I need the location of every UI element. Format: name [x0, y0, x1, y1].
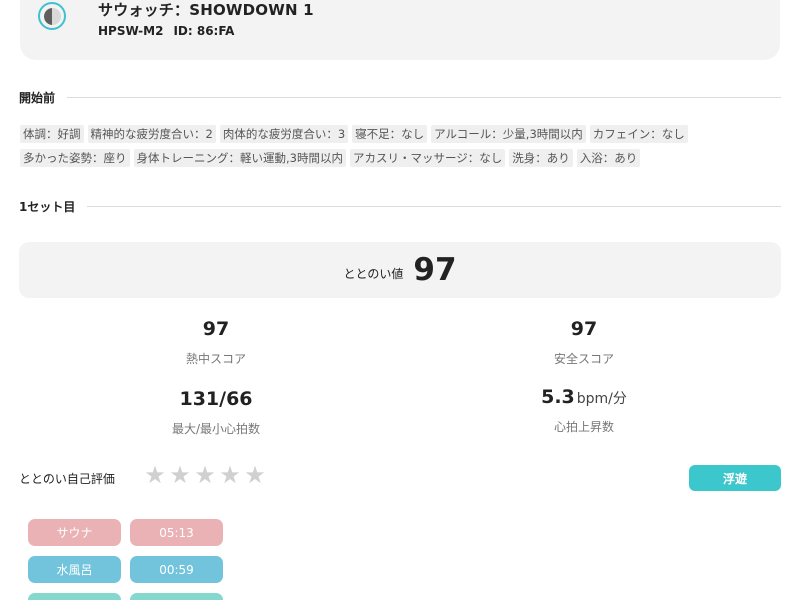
star-icon[interactable]: ★ — [243, 463, 267, 487]
heart-rate-value: 131/66 — [179, 388, 253, 410]
heart-rate-rise-label: 心拍上昇数 — [553, 420, 614, 434]
condition-tag: 体調：好調 — [20, 125, 84, 143]
condition-tag: 寝不足：なし — [352, 125, 428, 143]
set1-section-title: 1セット目 — [19, 200, 76, 214]
heat-score-value: 97 — [202, 318, 230, 340]
mood-badge[interactable]: 浮遊 — [689, 465, 781, 491]
device-model-row: HPSW-M2 ID: 86:FA — [98, 24, 234, 38]
heart-rate-rise-row: 5.3 bpm/分 — [434, 386, 734, 408]
device-name: サウォッチ：SHOWDOWN 1 — [98, 1, 314, 19]
star-rating[interactable]: ★ ★ ★ ★ ★ — [143, 463, 267, 487]
section-divider — [87, 206, 781, 207]
totonoi-score-box: ととのい値 97 — [19, 242, 781, 298]
heart-rate-rise-unit: bpm/分 — [576, 391, 627, 407]
heart-rate-rise-value: 5.3 — [541, 386, 575, 408]
totonoi-label: ととのい値 — [343, 266, 404, 281]
condition-tag: アルコール：少量,3時間以内 — [431, 125, 586, 143]
sauna-time-pill: 05:13 — [130, 519, 223, 546]
condition-tag: 精神的な疲労度合い：2 — [87, 125, 216, 143]
heat-score-label: 熱中スコア — [185, 352, 246, 366]
section-divider — [67, 97, 781, 98]
self-eval-label: ととのい自己評価 — [19, 472, 115, 486]
watch-icon — [38, 2, 66, 30]
star-icon[interactable]: ★ — [143, 463, 167, 487]
condition-tag: カフェイン：なし — [589, 125, 688, 143]
water-bath-pill: 水風呂 — [28, 556, 121, 583]
condition-tags: 体調：好調 精神的な疲労度合い：2 肉体的な疲労度合い：3 寝不足：なし アルコ… — [20, 125, 780, 167]
condition-tag: 身体トレーニング：軽い運動,3時間以内 — [133, 149, 346, 167]
condition-tag: 多かった姿勢：座り — [20, 149, 130, 167]
device-id: ID: 86:FA — [173, 24, 235, 38]
condition-tag: 肉体的な疲労度合い：3 — [219, 125, 349, 143]
before-section-header: 開始前 — [19, 89, 781, 106]
condition-tag: アカスリ・マッサージ：なし — [349, 149, 506, 167]
condition-tag: 入浴：あり — [576, 149, 641, 167]
star-icon[interactable]: ★ — [168, 463, 192, 487]
heart-rate-rise: 5.3 bpm/分 心拍上昇数 — [434, 386, 734, 435]
safety-score-label: 安全スコア — [553, 352, 614, 366]
rest-time-pill — [130, 593, 223, 600]
before-section-title: 開始前 — [19, 91, 56, 105]
rest-pill — [28, 593, 121, 600]
heart-rate-label: 最大/最小心拍数 — [171, 422, 261, 436]
water-bath-time-pill: 00:59 — [130, 556, 223, 583]
condition-tag: 洗身：あり — [509, 149, 573, 167]
heart-rate-range: 131/66 最大/最小心拍数 — [66, 388, 366, 437]
star-icon[interactable]: ★ — [218, 463, 242, 487]
safety-score: 97 安全スコア — [434, 318, 734, 367]
sauna-pill: サウナ — [28, 519, 121, 546]
sauna-log-page: サウォッチ：SHOWDOWN 1 HPSW-M2 ID: 86:FA 開始前 体… — [0, 0, 800, 600]
device-card[interactable]: サウォッチ：SHOWDOWN 1 HPSW-M2 ID: 86:FA — [20, 0, 780, 60]
device-model: HPSW-M2 — [98, 24, 164, 38]
heat-score: 97 熱中スコア — [66, 318, 366, 367]
safety-score-value: 97 — [570, 318, 598, 340]
set1-section-header: 1セット目 — [19, 198, 781, 215]
star-icon[interactable]: ★ — [193, 463, 217, 487]
totonoi-value: 97 — [413, 252, 457, 288]
